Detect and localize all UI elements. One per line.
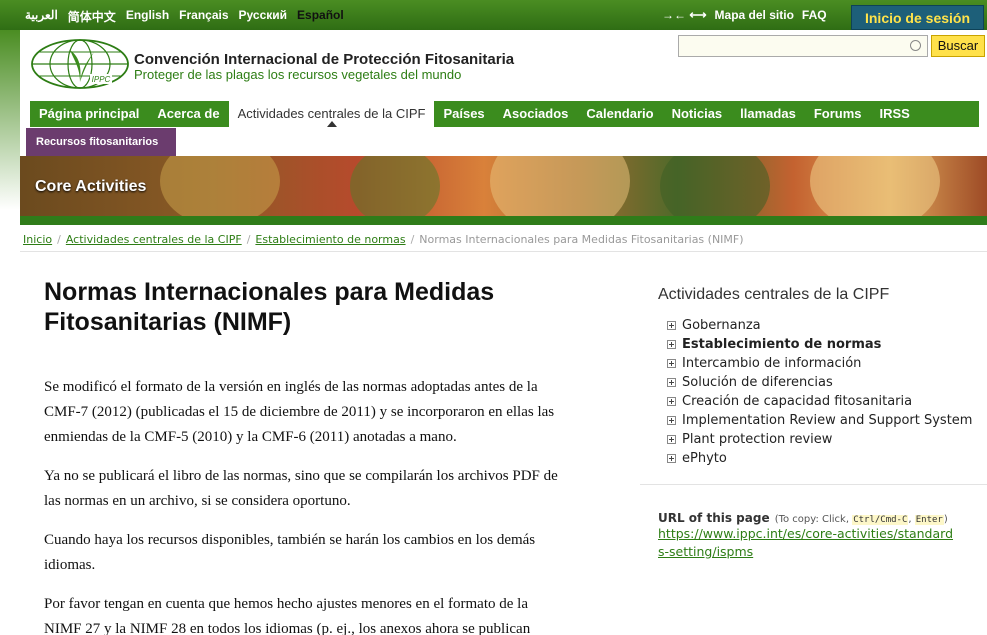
page-url-title: URL of this page [658, 511, 770, 525]
subnav-item-resources[interactable]: Recursos fitosanitarios [26, 128, 176, 156]
copy-hint-prefix: (To copy: Click, [774, 514, 850, 525]
logo-text: IPPC [92, 75, 111, 84]
page-url-label: URL of this page (To copy: Click, Ctrl/C… [658, 507, 948, 526]
expand-plus-icon[interactable] [667, 378, 676, 387]
expand-plus-icon[interactable] [667, 435, 676, 444]
banner-divider [20, 216, 987, 225]
paragraph: Por favor tengan en cuenta que hemos hec… [44, 596, 531, 635]
copy-key-hint: Ctrl/Cmd-C [852, 515, 909, 525]
nav-item-countries[interactable]: Países [434, 101, 493, 127]
sidebar-item-label: ePhyto [682, 451, 727, 466]
ippc-logo[interactable]: IPPC [30, 38, 130, 90]
nav-item-calendar[interactable]: Calendario [577, 101, 662, 127]
expand-plus-icon[interactable] [667, 454, 676, 463]
lang-arabic[interactable]: العربية [25, 8, 58, 25]
main-nav: Página principal Acerca de Actividades c… [30, 101, 979, 127]
nav-item-about[interactable]: Acerca de [148, 101, 228, 127]
faq-link[interactable]: FAQ [802, 8, 827, 22]
copy-hint-suffix: ) [943, 514, 948, 525]
enter-key-hint: Enter [914, 515, 944, 525]
top-utility-bar: العربية 简体中文 English Français Русский Es… [0, 0, 987, 30]
breadcrumb: Inicio / Actividades centrales de la CIPF /… [23, 233, 744, 246]
sidebar-item-information-exchange[interactable]: Intercambio de información [667, 354, 972, 373]
lang-russian[interactable]: Русский [239, 8, 288, 25]
sidebar-item-label: Solución de diferencias [682, 375, 833, 390]
sidebar-item-label: Gobernanza [682, 318, 761, 333]
lang-spanish[interactable]: Español [297, 8, 344, 25]
banner-image: Core Activities [20, 156, 987, 216]
left-decor-strip [0, 30, 20, 210]
breadcrumb-core-activities[interactable]: Actividades centrales de la CIPF [66, 233, 242, 246]
sidebar-item-standards-setting[interactable]: Establecimiento de normas [667, 335, 972, 354]
lang-english[interactable]: English [126, 8, 169, 25]
paragraph: Cuando haya los recursos disponibles, ta… [44, 532, 536, 573]
sitemap-icon: →← ⟷ [662, 8, 707, 22]
breadcrumb-home[interactable]: Inicio [23, 233, 52, 246]
page-body: Se modificó el formato de la versión en … [44, 375, 564, 635]
utility-links: →← ⟷ Mapa del sitio FAQ [662, 8, 827, 22]
sidebar-item-capacity-development[interactable]: Creación de capacidad fitosanitaria [667, 392, 972, 411]
search-clear-icon[interactable] [910, 40, 921, 51]
org-subtitle: Proteger de las plagas los recursos vege… [134, 67, 462, 82]
login-button[interactable]: Inicio de sesión [851, 5, 984, 30]
sidebar-item-ephyto[interactable]: ePhyto [667, 449, 972, 468]
sidebar-title: Actividades centrales de la CIPF [658, 286, 890, 303]
breadcrumb-current: Normas Internacionales para Medidas Fito… [419, 233, 744, 246]
page-title: Normas Internacionales para Medidas Fito… [44, 278, 495, 336]
sidebar-divider [640, 484, 987, 485]
nav-item-partners[interactable]: Asociados [494, 101, 578, 127]
search-input[interactable] [678, 35, 928, 57]
breadcrumb-separator: / [57, 233, 61, 246]
expand-plus-icon[interactable] [667, 397, 676, 406]
expand-plus-icon[interactable] [667, 340, 676, 349]
nav-item-irss[interactable]: IRSS [871, 101, 919, 127]
lang-french[interactable]: Français [179, 8, 228, 25]
sidebar-item-label: Implementation Review and Support System [682, 413, 973, 428]
expand-plus-icon[interactable] [667, 416, 676, 425]
nav-item-forums[interactable]: Forums [805, 101, 871, 127]
sidebar-item-plant-protection-review[interactable]: Plant protection review [667, 430, 972, 449]
sidebar-item-irss[interactable]: Implementation Review and Support System [667, 411, 972, 430]
breadcrumb-standards-setting[interactable]: Establecimiento de normas [255, 233, 405, 246]
nav-item-core-activities[interactable]: Actividades centrales de la CIPF [228, 101, 435, 127]
search-button[interactable]: Buscar [931, 35, 985, 57]
sitemap-link[interactable]: Mapa del sitio [715, 8, 794, 22]
breadcrumb-separator: / [410, 233, 415, 246]
nav-item-news[interactable]: Noticias [663, 101, 732, 127]
sidebar-menu: Gobernanza Establecimiento de normas Int… [667, 316, 972, 468]
nav-item-calls[interactable]: llamadas [731, 101, 805, 127]
lang-chinese[interactable]: 简体中文 [68, 8, 116, 25]
breadcrumb-separator: / [246, 233, 251, 246]
paragraph: Ya no se publicará el libro de las norma… [44, 468, 558, 509]
page-url-link[interactable]: https://www.ippc.int/es/core-activities/… [658, 525, 958, 561]
org-title: Convención Internacional de Protección F… [134, 51, 515, 68]
sidebar-item-dispute-settlement[interactable]: Solución de diferencias [667, 373, 972, 392]
paragraph: Se modificó el formato de la versión en … [44, 379, 555, 445]
sidebar-item-governance[interactable]: Gobernanza [667, 316, 972, 335]
copy-hint: (To copy: Click, Ctrl/Cmd-C, Enter) [774, 514, 948, 525]
nav-item-home[interactable]: Página principal [30, 101, 148, 127]
sidebar-item-label: Establecimiento de normas [682, 337, 882, 352]
language-selector: العربية 简体中文 English Français Русский Es… [25, 8, 344, 25]
banner-title: Core Activities [35, 178, 147, 195]
sidebar-item-label: Intercambio de información [682, 356, 862, 371]
expand-plus-icon[interactable] [667, 359, 676, 368]
sidebar-item-label: Plant protection review [682, 432, 833, 447]
sidebar-item-label: Creación de capacidad fitosanitaria [682, 394, 913, 409]
breadcrumb-divider [20, 251, 987, 252]
expand-plus-icon[interactable] [667, 321, 676, 330]
